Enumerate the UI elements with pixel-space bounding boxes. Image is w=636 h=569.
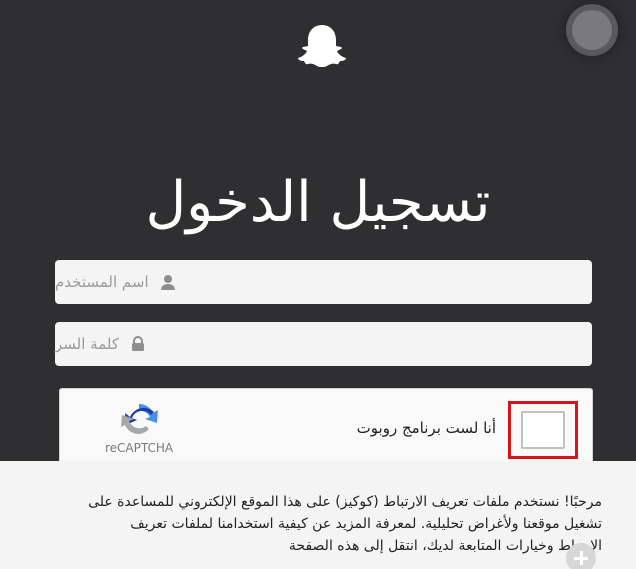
password-field[interactable]: كلمة السر bbox=[55, 322, 592, 366]
recaptcha-icon bbox=[121, 403, 158, 435]
assistive-touch-button[interactable] bbox=[572, 10, 612, 50]
page-title: تسجيل الدخول bbox=[145, 170, 491, 235]
username-placeholder: اسم المستخدم bbox=[55, 273, 149, 291]
login-screen: تسجيل الدخول اسم المستخدم كلمة السر reCA… bbox=[0, 0, 636, 569]
ghost-icon bbox=[298, 25, 346, 67]
lock-icon bbox=[131, 336, 144, 351]
username-field[interactable]: اسم المستخدم bbox=[55, 260, 592, 304]
captcha-checkbox[interactable] bbox=[521, 411, 565, 449]
plus-icon[interactable] bbox=[566, 543, 596, 569]
cookie-banner: مرحبًا! نستخدم ملفات تعريف الارتباط (كوك… bbox=[0, 461, 636, 569]
recaptcha-brand: reCAPTCHA bbox=[104, 441, 174, 455]
recaptcha-widget: reCAPTCHA أنا لست برنامج روبوت bbox=[59, 388, 593, 468]
captcha-label: أنا لست برنامج روبوت bbox=[356, 419, 496, 437]
recaptcha-logo: reCAPTCHA bbox=[84, 399, 194, 459]
cookie-text: مرحبًا! نستخدم ملفات تعريف الارتباط (كوك… bbox=[88, 494, 602, 554]
password-placeholder: كلمة السر bbox=[55, 335, 119, 353]
user-icon bbox=[160, 275, 175, 290]
